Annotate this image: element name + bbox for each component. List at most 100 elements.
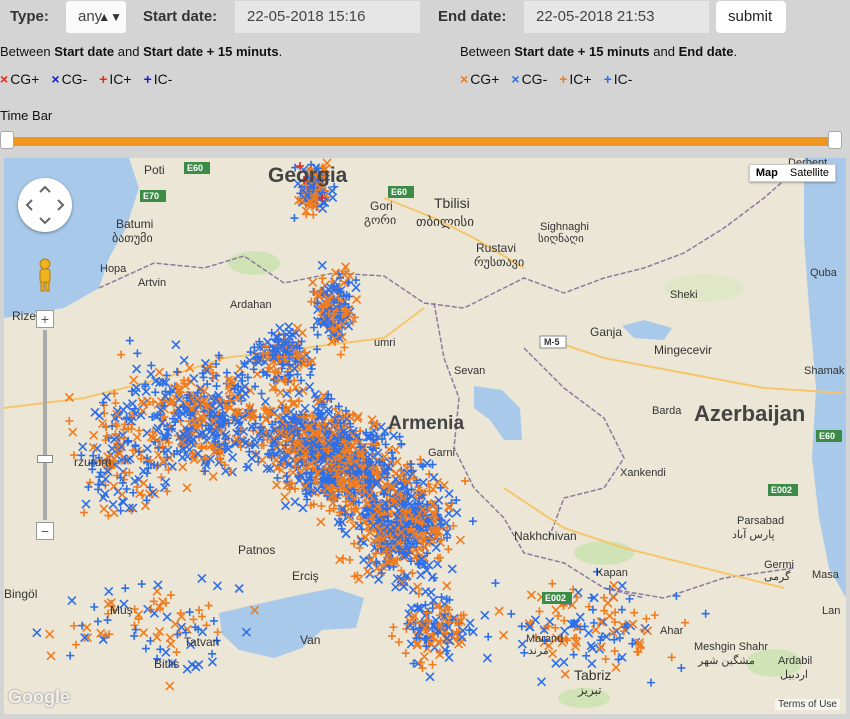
lightning-mark xyxy=(350,539,359,548)
city-label: Ardabil xyxy=(778,655,812,667)
time-bar-end-handle[interactable] xyxy=(828,131,842,149)
map-view[interactable]: Georgia Armenia Azerbaijan Tbilisi თბილი… xyxy=(4,158,846,714)
lightning-mark xyxy=(551,658,561,668)
zoom-knob[interactable] xyxy=(37,455,53,463)
lightning-mark xyxy=(460,476,469,485)
lightning-mark xyxy=(628,619,638,629)
city-label: Hopa xyxy=(100,263,127,275)
pan-control[interactable] xyxy=(18,178,72,232)
lightning-mark xyxy=(317,260,327,270)
lightning-mark xyxy=(491,579,500,588)
lightning-mark xyxy=(228,452,238,462)
zoom-in-button[interactable]: + xyxy=(36,310,54,328)
legend-item: + IC- xyxy=(143,71,173,87)
legend-item: × CG- xyxy=(511,71,548,87)
road-shield-label: E70 xyxy=(143,191,159,201)
lightning-mark xyxy=(69,621,78,630)
map-type-satellite-button[interactable]: Satellite xyxy=(784,165,835,181)
lightning-mark xyxy=(351,282,361,293)
lightning-mark xyxy=(548,579,557,588)
type-select[interactable]: any ▲▼ xyxy=(66,1,126,33)
time-bar-track[interactable] xyxy=(4,137,834,146)
lightning-mark xyxy=(387,632,396,641)
lightning-mark xyxy=(162,612,172,622)
city-label: ბათუმი xyxy=(112,231,153,245)
lightning-mark xyxy=(298,503,308,513)
city-label: Tbilisi xyxy=(434,195,470,211)
lightning-mark xyxy=(677,663,686,672)
lightning-mark xyxy=(271,480,282,490)
lightning-mark xyxy=(343,278,352,287)
lightning-mark xyxy=(306,370,315,379)
time-bar-start-handle[interactable] xyxy=(0,131,14,149)
lightning-mark xyxy=(416,570,426,580)
lightning-mark xyxy=(204,601,213,610)
lightning-mark xyxy=(212,581,223,591)
lightning-mark xyxy=(611,662,621,673)
lightning-mark xyxy=(139,478,149,488)
city-label: Ardahan xyxy=(230,299,272,311)
lightning-mark xyxy=(154,367,165,377)
lightning-mark xyxy=(65,416,74,425)
lightning-mark xyxy=(132,432,142,442)
lightning-mark xyxy=(442,581,452,591)
lightning-mark xyxy=(245,385,256,396)
map-type-map-button[interactable]: Map xyxy=(750,165,784,181)
lightning-mark xyxy=(153,580,163,590)
lightning-mark xyxy=(352,294,362,304)
city-label: სიღნაღი xyxy=(538,232,584,245)
legend-right: × CG+ × CG- + IC+ + IC- xyxy=(460,71,632,87)
lightning-mark xyxy=(280,492,290,502)
city-label: Tatvan xyxy=(184,635,219,649)
zoom-out-button[interactable]: − xyxy=(36,522,54,540)
lightning-mark xyxy=(302,210,311,219)
city-label: Muş xyxy=(110,603,133,617)
lightning-mark xyxy=(551,605,561,615)
street-view-pegman-icon[interactable] xyxy=(37,258,53,292)
lightning-mark xyxy=(141,644,150,653)
submit-button[interactable]: submit xyxy=(716,1,786,33)
legend-item: × CG+ xyxy=(460,71,500,87)
lightning-mark xyxy=(46,651,56,661)
start-date-input[interactable]: 22-05-2018 15:16 xyxy=(235,1,420,33)
lightning-mark xyxy=(45,629,55,639)
road-shield-label: E60 xyxy=(819,431,835,441)
type-label: Type: xyxy=(0,1,64,33)
lake-sevan xyxy=(474,386,522,440)
city-label: umri xyxy=(374,337,395,349)
terms-link[interactable]: Terms of Use xyxy=(775,699,840,710)
city-label: Parsabad xyxy=(737,515,784,527)
lightning-mark xyxy=(117,350,126,359)
lightning-mark xyxy=(273,412,283,423)
lightning-mark xyxy=(284,327,294,337)
city-label: مشگین شهر xyxy=(697,654,755,667)
lightning-mark xyxy=(444,489,454,499)
city-label: თბილისი xyxy=(416,214,474,229)
road-shield-label: E60 xyxy=(187,163,203,173)
lightning-mark xyxy=(275,323,285,333)
lightning-mark xyxy=(113,487,123,497)
lightning-mark xyxy=(84,483,93,492)
lightning-mark xyxy=(166,591,175,600)
lightning-mark xyxy=(313,330,322,339)
lightning-mark xyxy=(116,506,125,515)
lightning-mark xyxy=(480,610,490,620)
city-label: Patnos xyxy=(238,543,275,557)
city-label: Sighnaghi xyxy=(540,221,589,233)
lightning-mark xyxy=(178,462,188,472)
lightning-mark xyxy=(189,373,199,383)
lightning-mark xyxy=(650,611,659,620)
lightning-mark xyxy=(336,350,345,359)
lightning-mark xyxy=(548,649,558,659)
lightning-mark xyxy=(434,495,444,505)
lightning-mark xyxy=(93,617,102,626)
lightning-mark xyxy=(600,593,609,602)
lightning-mark xyxy=(208,471,218,482)
lightning-mark xyxy=(589,618,598,627)
lightning-mark xyxy=(104,586,114,597)
zoom-rail[interactable] xyxy=(43,330,47,520)
lightning-mark xyxy=(257,389,266,398)
lightning-mark xyxy=(455,535,465,545)
end-date-input[interactable]: 22-05-2018 21:53 xyxy=(524,1,709,33)
country-label-georgia: Georgia xyxy=(268,164,348,187)
